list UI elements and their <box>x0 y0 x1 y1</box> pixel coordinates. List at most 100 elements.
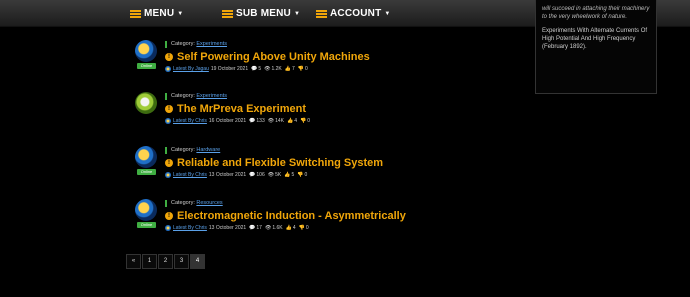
dislikes-count: 0 <box>305 225 309 231</box>
avatar[interactable] <box>135 146 157 168</box>
author-link[interactable]: Latest By Jagau <box>173 66 209 72</box>
likes-count: 7 <box>292 66 295 72</box>
author-avatar <box>165 225 171 231</box>
topic-icon: ! <box>165 53 173 61</box>
category-link[interactable]: Hardware <box>196 147 220 153</box>
category-line: Category: Hardware <box>165 147 220 154</box>
likes-count: 4 <box>292 225 296 231</box>
online-badge: Online <box>137 63 156 69</box>
caret-down-icon: ▼ <box>384 10 391 17</box>
comments-count: 17 <box>256 225 262 231</box>
thumbs-up-icon[interactable]: 👍 <box>285 66 291 72</box>
views-icon: 👁 <box>264 225 272 231</box>
category-prefix: Category: <box>171 41 195 47</box>
menu-button[interactable]: MENU ▼ <box>130 0 183 27</box>
comments-count: 5 <box>258 66 262 72</box>
comments-count: 133 <box>256 118 265 124</box>
views-count: 5K <box>275 172 282 178</box>
views-count: 1.2K <box>271 66 282 72</box>
category-line: Category: Experiments <box>165 41 227 48</box>
dislikes-count: 0 <box>305 66 308 72</box>
category-link[interactable]: Experiments <box>196 93 227 99</box>
comments-icon: 💬 <box>251 66 258 72</box>
topic-meta: Latest By Chris 16 October 2021 💬 133 👁 … <box>165 118 310 124</box>
topic-title-text[interactable]: Self Powering Above Unity Machines <box>177 51 370 63</box>
views-icon: 👁 <box>267 118 275 124</box>
comments-icon: 💬 <box>249 225 256 231</box>
caret-down-icon: ▼ <box>293 10 301 17</box>
avatar[interactable] <box>135 199 157 221</box>
views-count: 14K <box>275 118 284 124</box>
category-link[interactable]: Experiments <box>196 41 227 47</box>
thumbs-down-icon[interactable]: 👎 <box>297 172 303 178</box>
topic-item: Online Category: Resources ! Electromagn… <box>135 199 515 247</box>
author-avatar <box>165 118 171 124</box>
online-badge: Online <box>137 222 156 228</box>
online-badge: Online <box>137 169 156 175</box>
topic-meta: Latest By Jagau 19 October 2021 💬 5 👁 1.… <box>165 66 308 72</box>
post-date: 16 October 2021 <box>208 118 247 124</box>
category-line: Category: Experiments <box>165 93 227 100</box>
category-line: Category: Resources <box>165 200 223 207</box>
topic-item: Online Category: Hardware ! Reliable and… <box>135 146 515 194</box>
pagination-page-4[interactable]: 4 <box>190 254 205 269</box>
category-prefix: Category: <box>171 93 195 99</box>
author-avatar <box>165 172 171 178</box>
topic-icon: ! <box>165 159 173 167</box>
category-prefix: Category: <box>171 200 195 206</box>
avatar[interactable] <box>135 40 157 62</box>
topic-title[interactable]: ! The MrPreva Experiment <box>165 103 306 115</box>
thumbs-down-icon[interactable]: 👎 <box>298 66 304 72</box>
likes-count: 4 <box>294 118 298 124</box>
dislikes-count: 0 <box>304 172 308 178</box>
topic-item: Online Category: Experiments ! Self Powe… <box>135 40 515 88</box>
views-icon: 👁 <box>264 66 271 72</box>
submenu-label: SUB MENU <box>236 8 291 19</box>
topic-icon: ! <box>165 105 173 113</box>
account-button[interactable]: ACCOUNT ▼ <box>316 0 391 27</box>
hamburger-icon <box>222 9 233 18</box>
topic-title-text[interactable]: Electromagnetic Induction - Asymmetrical… <box>177 210 406 222</box>
hamburger-icon <box>316 9 327 18</box>
caret-down-icon: ▼ <box>177 10 184 17</box>
topic-title[interactable]: ! Reliable and Flexible Switching System <box>165 157 383 169</box>
author-link[interactable]: Latest By Chris <box>173 118 207 124</box>
thumbs-up-icon[interactable]: 👍 <box>287 118 293 124</box>
avatar[interactable] <box>135 92 157 114</box>
post-date: 13 October 2021 <box>208 225 247 231</box>
hamburger-icon <box>130 9 141 18</box>
menu-label: MENU <box>144 8 175 19</box>
sidebar-quote: will succeed in attaching their machiner… <box>542 6 650 20</box>
pagination-prev-button[interactable]: « <box>126 254 141 269</box>
thumbs-down-icon[interactable]: 👎 <box>300 118 306 124</box>
category-link[interactable]: Resources <box>196 200 222 206</box>
topic-meta: Latest By Chris 13 October 2021 💬 106 👁 … <box>165 172 307 178</box>
author-avatar <box>165 66 171 72</box>
sidebar-panel: will succeed in attaching their machiner… <box>535 0 657 94</box>
pagination: « 1 2 3 4 <box>126 254 206 269</box>
pagination-page-1[interactable]: 1 <box>142 254 157 269</box>
topic-meta: Latest By Chris 13 October 2021 💬 17 👁 1… <box>165 225 309 231</box>
comments-count: 106 <box>256 172 265 178</box>
comments-icon: 💬 <box>249 172 256 178</box>
pagination-page-3[interactable]: 3 <box>174 254 189 269</box>
topic-title-text[interactable]: The MrPreva Experiment <box>177 103 306 115</box>
author-link[interactable]: Latest By Chris <box>173 225 207 231</box>
topic-title-text[interactable]: Reliable and Flexible Switching System <box>177 157 383 169</box>
likes-count: 5 <box>291 172 295 178</box>
account-label: ACCOUNT <box>330 8 382 19</box>
thumbs-up-icon[interactable]: 👍 <box>286 225 292 231</box>
topic-item: Category: Experiments ! The MrPreva Expe… <box>135 92 515 140</box>
dislikes-count: 0 <box>307 118 311 124</box>
category-prefix: Category: <box>171 147 195 153</box>
topic-title[interactable]: ! Electromagnetic Induction - Asymmetric… <box>165 210 406 222</box>
author-link[interactable]: Latest By Chris <box>173 172 207 178</box>
submenu-button[interactable]: SUB MENU ▼ <box>222 0 300 27</box>
post-date: 19 October 2021 <box>210 66 249 72</box>
thumbs-down-icon[interactable]: 👎 <box>299 225 305 231</box>
topic-icon: ! <box>165 212 173 220</box>
thumbs-up-icon[interactable]: 👍 <box>284 172 290 178</box>
comments-icon: 💬 <box>249 118 256 124</box>
pagination-page-2[interactable]: 2 <box>158 254 173 269</box>
topic-title[interactable]: ! Self Powering Above Unity Machines <box>165 51 370 63</box>
